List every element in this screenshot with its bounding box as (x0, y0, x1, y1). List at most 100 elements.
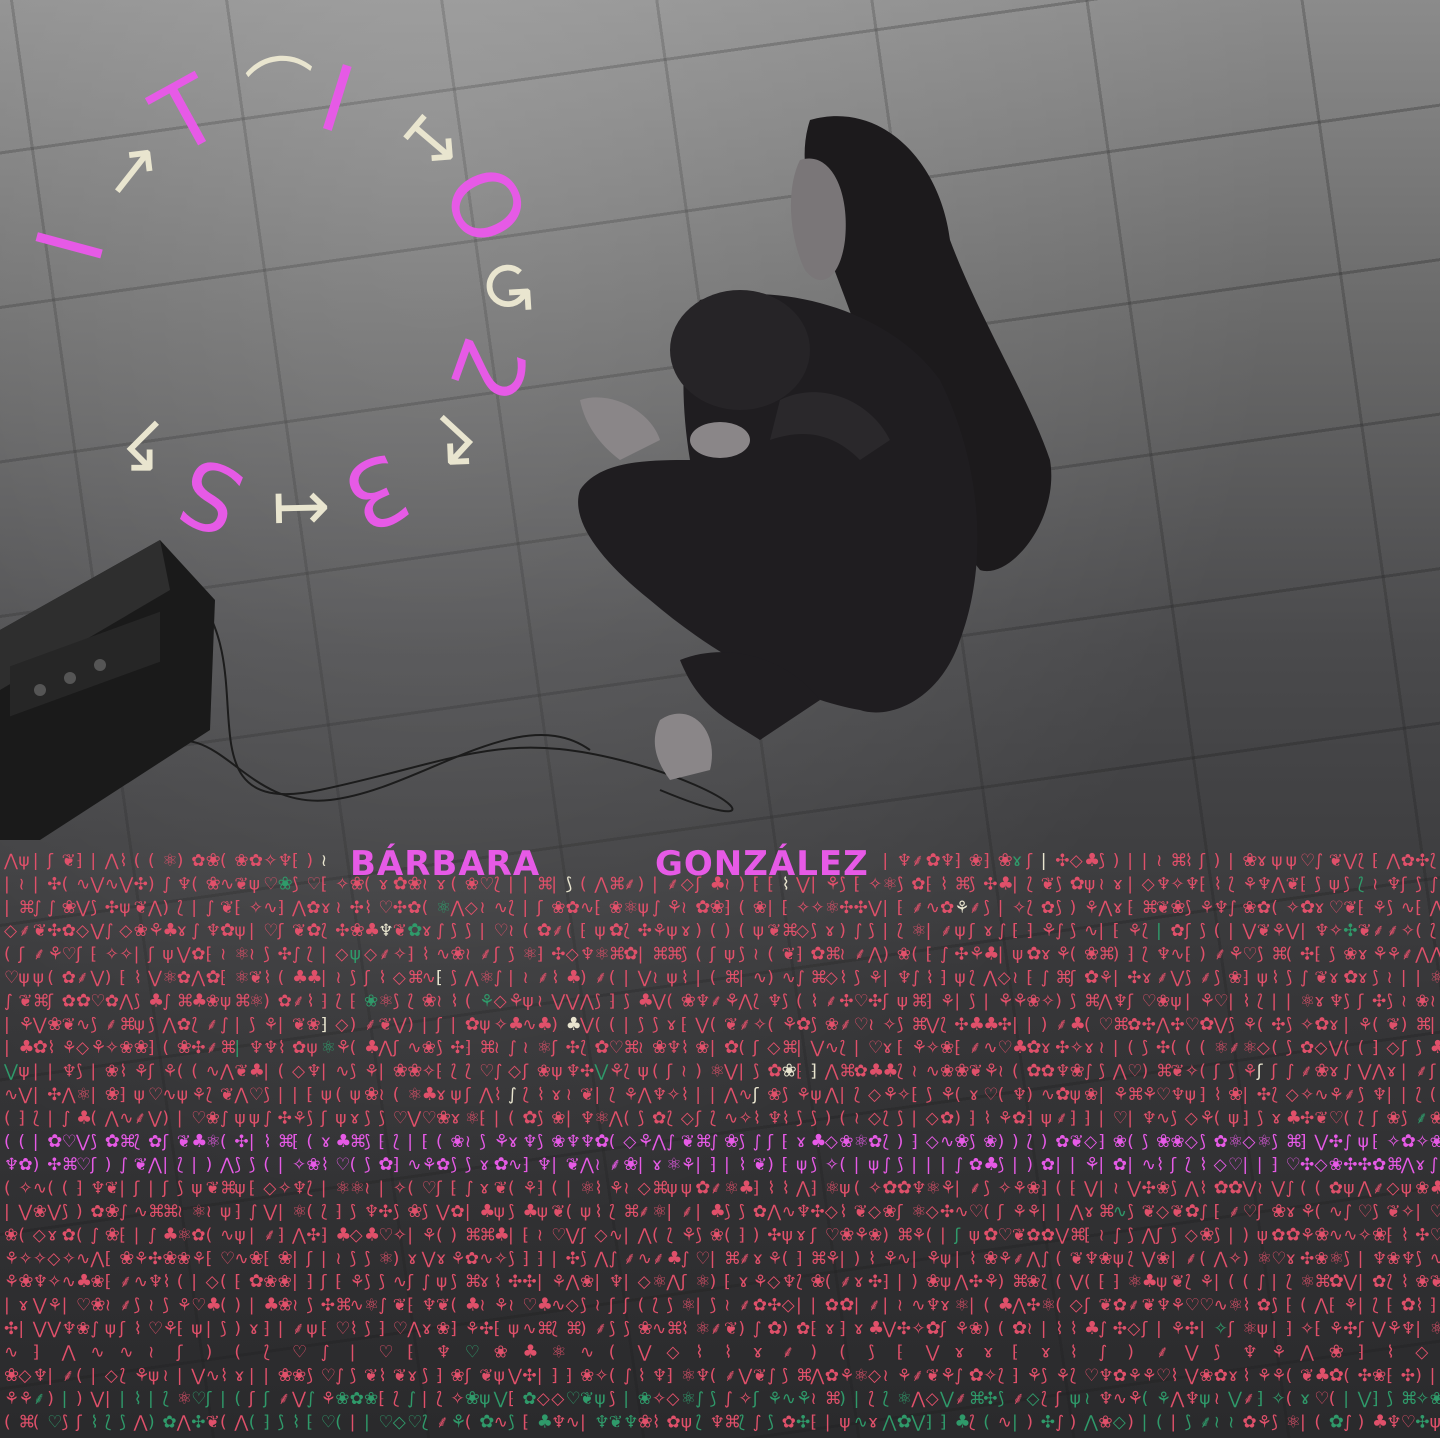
pattern-glyph: ⌇ (782, 1179, 790, 1199)
pattern-glyph: ⸙ (1228, 1202, 1241, 1222)
pattern-glyph: ✿ (1084, 967, 1099, 988)
pattern-glyph: | (1257, 1155, 1263, 1175)
pattern-glyph: ( (1242, 1272, 1249, 1292)
pattern-glyph: ◇ (1185, 1108, 1199, 1128)
pattern-glyph: ( (1343, 1366, 1350, 1386)
pattern-glyph: ♆ (782, 1272, 797, 1292)
pattern-glyph: ⟆ (119, 1413, 126, 1433)
pattern-glyph: ⁅ (206, 945, 213, 965)
pattern-glyph: ✿ (1041, 1225, 1055, 1245)
pattern-glyph: ✿ (105, 991, 119, 1011)
pattern-glyph: ψ (249, 874, 260, 894)
pattern-glyph: ⚘ (652, 921, 667, 941)
pattern-glyph: ψ (479, 1389, 490, 1409)
pattern-glyph: | (954, 991, 960, 1011)
pattern-glyph: ✿ (162, 1413, 176, 1433)
pattern-glyph: ⟆ (263, 1085, 270, 1105)
pattern-glyph: ( (76, 1366, 83, 1386)
pattern-glyph: ♡ (1156, 1085, 1171, 1105)
pattern-glyph: ✧ (1300, 1319, 1314, 1339)
pattern-glyph: ≀ (465, 1132, 471, 1152)
pattern-glyph: ⚘ (1127, 921, 1142, 941)
pattern-glyph: ⸙ (623, 874, 636, 894)
pattern-glyph: ⟆ (1386, 991, 1393, 1011)
pattern-glyph: ⁆ (1012, 1366, 1019, 1386)
pattern-glyph: ♡ (1098, 1015, 1113, 1035)
pattern-glyph: ( (1084, 1015, 1091, 1035)
pattern-glyph: ⁅ (810, 1319, 817, 1339)
pattern-glyph: ◇ (1142, 874, 1156, 894)
pattern-glyph: ✿ (825, 1296, 839, 1316)
pattern-glyph: ❀ (422, 1038, 436, 1058)
pattern-glyph: ✿ (1113, 1296, 1127, 1316)
pattern-glyph: ✧ (1070, 1038, 1084, 1058)
pattern-glyph: ( (1314, 1179, 1321, 1199)
pattern-glyph: ∿ (220, 1225, 234, 1245)
pattern-glyph: ✿ (767, 1061, 782, 1082)
pattern-glyph: ⁅ (292, 851, 299, 871)
pattern-glyph: ⸙ (1156, 1342, 1169, 1362)
pattern-glyph: | (710, 1038, 716, 1058)
pattern-glyph: ∿ (1430, 1249, 1440, 1269)
pattern-glyph: ∿ (638, 1249, 652, 1269)
pattern-glyph: ⟅ (134, 1132, 141, 1152)
pattern-glyph: | (148, 1389, 154, 1409)
pattern-glyph: ◇ (868, 1366, 882, 1386)
pattern-glyph: | (278, 1202, 284, 1222)
pattern-glyph: ❦ (234, 874, 248, 894)
pattern-glyph: ⋀ (219, 1062, 234, 1082)
pattern-glyph: ⁅ (119, 1225, 126, 1245)
pattern-glyph: ψ (18, 1062, 29, 1082)
pattern-glyph: ❀ (177, 1249, 191, 1269)
pattern-glyph: ψ (162, 945, 173, 965)
pattern-glyph: ❀ (580, 1272, 594, 1292)
pattern-glyph: ◇ (638, 1272, 652, 1292)
pattern-glyph: ⸙ (1012, 1389, 1025, 1409)
pattern-glyph: | (4, 1202, 10, 1222)
pattern-glyph: ∿ (1156, 1108, 1170, 1128)
pattern-glyph: ⋀ (219, 1155, 234, 1175)
pattern-glyph: ⋀ (766, 1202, 781, 1222)
pattern-glyph: ⁆ (537, 945, 544, 965)
pattern-glyph: ❀ (983, 1248, 998, 1269)
pattern-glyph: ∿ (407, 1155, 421, 1175)
pattern-glyph: ⟅ (1271, 1085, 1278, 1105)
pattern-glyph: ✿ (1257, 1296, 1271, 1316)
pattern-glyph: ⋁ (3, 1062, 18, 1082)
pattern-glyph: ♆ (580, 1132, 595, 1152)
pattern-glyph: ⁆ (753, 1179, 760, 1199)
pattern-glyph: ∿ (566, 1413, 580, 1433)
pattern-glyph: ʃ (46, 851, 54, 871)
pattern-glyph: ✿ (695, 1178, 710, 1199)
pattern-glyph: ≀ (479, 898, 485, 918)
pattern-glyph: ❀ (18, 1271, 33, 1292)
pattern-glyph: ◇ (1242, 1132, 1256, 1152)
pattern-glyph: ⋀ (982, 968, 997, 988)
pattern-glyph: ✣ (954, 945, 968, 965)
pattern-glyph: ⁅ (522, 1225, 529, 1245)
pattern-glyph: ⟆ (1286, 1015, 1293, 1035)
pattern-glyph: ⚘ (954, 898, 969, 918)
pattern-glyph: ⋁ (32, 1015, 47, 1035)
pattern-glyph: ⁆ (1271, 1155, 1278, 1175)
pattern-glyph: ⚘ (1012, 1202, 1027, 1222)
pattern-glyph: ⋁ (435, 1202, 450, 1222)
pattern-glyph: ∿ (134, 1272, 148, 1292)
pattern-glyph: ⁅ (90, 945, 97, 965)
pattern-glyph: ∿ (782, 1389, 796, 1409)
pattern-glyph: ⚘ (177, 1296, 192, 1316)
pattern-glyph: ⋀ (1083, 1413, 1098, 1433)
pattern-glyph: ( (839, 1155, 846, 1175)
pattern-glyph: ◇ (1156, 1202, 1170, 1222)
pattern-glyph: ♆ (594, 1413, 609, 1433)
pattern-glyph: ✿ (1026, 944, 1041, 965)
pattern-glyph: ⚛ (724, 1179, 739, 1199)
pattern-glyph: ✿ (1012, 1108, 1026, 1128)
pattern-glyph: ⸙ (854, 945, 867, 965)
pattern-glyph: ❦ (177, 1132, 191, 1152)
pattern-glyph: ʃ (1227, 1319, 1235, 1339)
pattern-glyph: ⸙ (1055, 1108, 1068, 1128)
pattern-glyph: ❀ (407, 1201, 422, 1222)
pattern-glyph: ≀ (537, 991, 543, 1011)
pattern-glyph: ♡ (969, 1202, 984, 1222)
